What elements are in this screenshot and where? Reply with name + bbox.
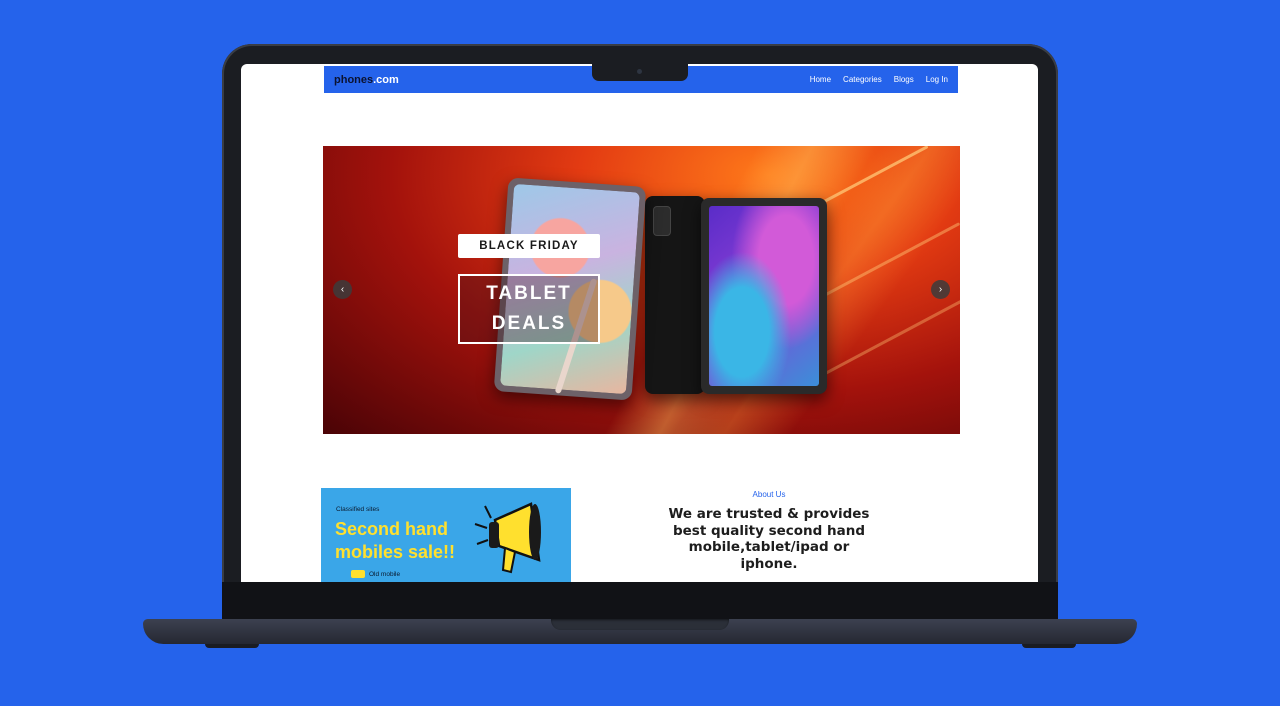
laptop-base <box>143 619 1137 644</box>
laptop-foot-right <box>1022 644 1076 648</box>
deals-title-line1: TABLET <box>486 283 572 304</box>
promo-bar-icon <box>351 570 365 578</box>
promo-footer: Old mobile <box>369 571 401 578</box>
logo-main: phones <box>334 73 374 86</box>
nav-blogs[interactable]: Blogs <box>894 75 914 84</box>
about-us-text: We are trusted & provides best quality s… <box>668 506 870 572</box>
tablet-image-dark <box>701 198 827 394</box>
nav-login[interactable]: Log In <box>926 75 948 84</box>
phone-image <box>645 196 705 394</box>
megaphone-icon <box>474 502 541 574</box>
nav-links: Home Categories Blogs Log In <box>810 75 948 84</box>
webcam-icon <box>637 69 642 74</box>
promo-kicker: Classified sites <box>336 506 380 513</box>
promo-title-line1: Second hand <box>335 519 449 539</box>
deals-title-line2: DEALS <box>491 313 567 334</box>
hero-carousel: BLACK FRIDAY TABLET DEALS ‹ › <box>323 146 960 434</box>
carousel-prev-button[interactable]: ‹ <box>333 280 352 299</box>
carousel-next-button[interactable]: › <box>931 280 950 299</box>
laptop-opening-groove <box>551 619 729 630</box>
black-friday-badge: BLACK FRIDAY <box>458 234 600 258</box>
tablet-screen-wallpaper <box>709 206 819 386</box>
phone-camera-icon <box>653 206 671 236</box>
about-us-kicker: About Us <box>752 490 786 499</box>
site-logo[interactable]: phones.com <box>334 74 399 86</box>
logo-tld: .com <box>373 73 399 86</box>
promo-title-line2: mobiles sale!! <box>335 542 456 562</box>
laptop-foot-left <box>205 644 259 648</box>
tablet-deals-title: TABLET DEALS <box>458 274 600 344</box>
promo-banner[interactable]: Classified sites Second hand mobiles sal… <box>321 488 571 582</box>
nav-home[interactable]: Home <box>810 75 831 84</box>
promo-title: Second hand mobiles sale!! <box>335 518 455 564</box>
laptop-screen: phones.com Home Categories Blogs Log In … <box>241 64 1038 582</box>
camera-notch <box>592 64 688 81</box>
laptop-bezel-bottom <box>222 582 1058 620</box>
nav-categories[interactable]: Categories <box>843 75 882 84</box>
light-streak <box>804 289 960 386</box>
